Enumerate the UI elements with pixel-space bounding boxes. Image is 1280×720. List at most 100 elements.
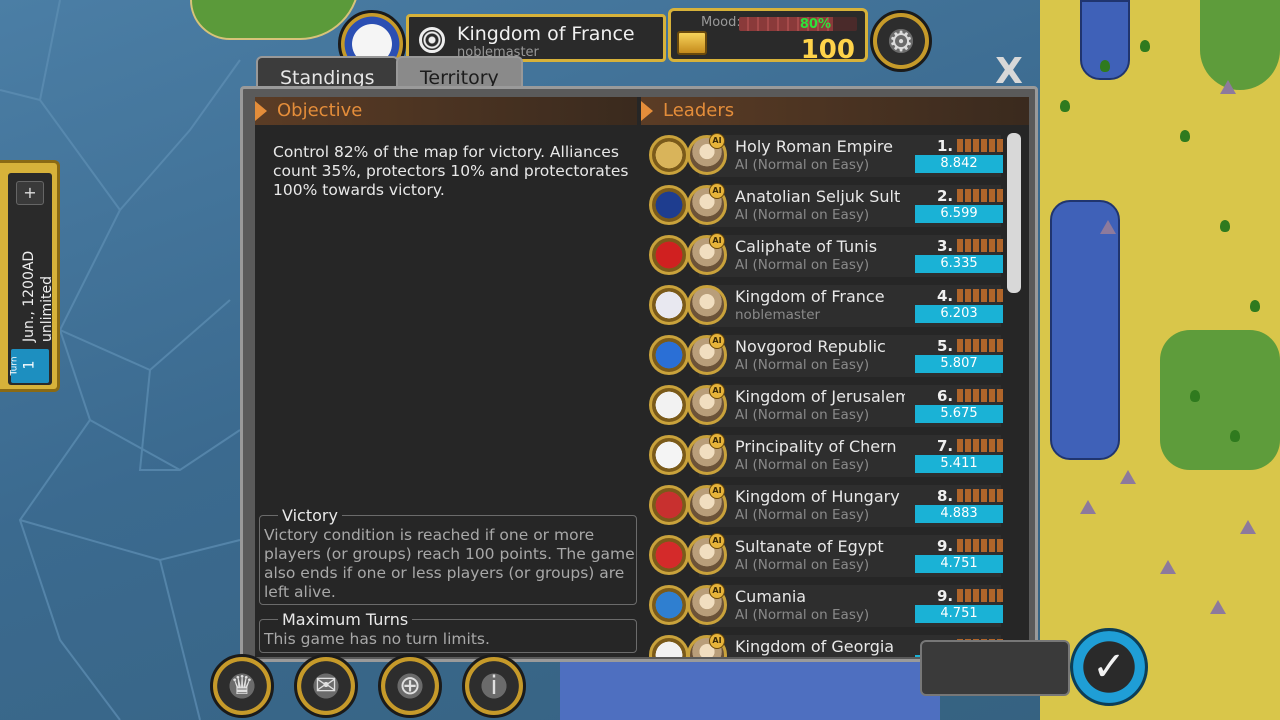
leader-name: Principality of Chern <box>735 437 897 456</box>
settings-button[interactable]: ⚙ <box>870 10 932 72</box>
victory-title: Victory <box>278 506 342 525</box>
leader-row[interactable]: AI Kingdom of Jerusalem AI (Normal on Easy… <box>645 383 1003 429</box>
leader-type: noblemaster <box>735 307 821 323</box>
leader-row[interactable]: AI Novgorod Republic AI (Normal on Easy) 5.… <box>645 333 1003 379</box>
leader-rank: 7. <box>937 437 954 455</box>
diplomacy-button[interactable]: ✉ <box>294 654 358 718</box>
leader-type: AI (Normal on Easy) <box>735 357 870 373</box>
ai-badge-icon: AI <box>709 483 725 499</box>
rank-bars <box>957 189 1003 202</box>
rank-bars <box>957 239 1003 252</box>
info-button[interactable]: i <box>462 654 526 718</box>
rank-bars <box>957 489 1003 502</box>
rank-bars <box>957 339 1003 352</box>
ai-badge-icon: AI <box>709 133 725 149</box>
nation-flag-icon <box>649 385 689 425</box>
gold-icon <box>677 31 707 55</box>
nation-flag-icon <box>649 585 689 625</box>
leader-row[interactable]: AI Principality of Chern AI (Normal on Eas… <box>645 433 1003 479</box>
ai-badge-icon: AI <box>709 183 725 199</box>
ai-badge-icon: AI <box>709 583 725 599</box>
leader-row[interactable]: AI Cumania AI (Normal on Easy) 9. 4.751 <box>645 583 1003 629</box>
crown-button[interactable]: ♛ <box>210 654 274 718</box>
leader-portrait-icon <box>687 285 727 325</box>
objective-text: Control 82% of the map for victory. Alli… <box>273 143 629 199</box>
nation-name: Kingdom of France <box>457 23 635 45</box>
mood-label: Mood: <box>701 15 741 30</box>
leader-score: 4.883 <box>915 505 1003 523</box>
ai-badge-icon: AI <box>709 383 725 399</box>
leader-row[interactable]: AI Anatolian Seljuk Sult AI (Normal on Eas… <box>645 183 1003 229</box>
nation-flag-icon <box>649 285 689 325</box>
max-turns-box: Maximum Turns This game has no turn limi… <box>259 610 637 653</box>
leader-type: AI (Normal on Easy) <box>735 557 870 573</box>
nation-flag-icon <box>649 535 689 575</box>
leader-score: 5.807 <box>915 355 1003 373</box>
leader-row[interactable]: AI Kingdom of Hungary AI (Normal on Easy) 8… <box>645 483 1003 529</box>
max-turns-text: This game has no turn limits. <box>264 630 490 648</box>
leader-rank: 8. <box>937 487 954 505</box>
nation-flag-icon <box>649 185 689 225</box>
leader-rank: 6. <box>937 387 954 405</box>
land-east <box>1040 0 1280 720</box>
leader-row[interactable]: Kingdom of France noblemaster 4. 6.203 <box>645 283 1003 329</box>
leader-type: AI (Normal on Easy) <box>735 507 870 523</box>
gold-value: 100 <box>800 35 855 65</box>
victory-box: Victory Victory condition is reached if … <box>259 506 637 605</box>
rank-bars <box>957 539 1003 552</box>
treasury-panel[interactable]: Mood: 80% 100 <box>668 8 868 65</box>
turn-label: Turn <box>9 356 20 376</box>
rank-bars <box>957 439 1003 452</box>
nation-flag-icon <box>649 135 689 175</box>
leader-name: Kingdom of Jerusalem <box>735 387 905 406</box>
turn-panel: + Jun., 1200AD unlimited Turn 1 <box>0 160 60 392</box>
nation-flag-icon <box>649 485 689 525</box>
leader-type: AI (Normal on Easy) <box>735 407 870 423</box>
ai-badge-icon: AI <box>709 533 725 549</box>
leader-score: 5.675 <box>915 405 1003 423</box>
leader-score: 6.599 <box>915 205 1003 223</box>
leader-type: AI (Normal on Easy) <box>735 257 870 273</box>
leader-score: 4.751 <box>915 555 1003 573</box>
bottom-right-panel[interactable] <box>920 640 1070 696</box>
leader-name: Caliphate of Tunis <box>735 237 878 256</box>
ai-badge-icon: AI <box>709 433 725 449</box>
dialog-content: Objective Control 82% of the map for vic… <box>255 97 1029 657</box>
leader-rank: 3. <box>937 237 954 255</box>
victory-text: Victory condition is reached if one or m… <box>264 526 635 601</box>
confirm-button[interactable]: ✓ <box>1070 628 1148 706</box>
turn-number: 1 <box>21 360 38 370</box>
leaders-pane[interactable]: Leaders AI Holy Roman Empire AI (Normal on… <box>641 97 1029 657</box>
leader-type: AI (Normal on Easy) <box>735 207 870 223</box>
nation-flag-icon <box>649 335 689 375</box>
leader-score: 6.335 <box>915 255 1003 273</box>
globe-button[interactable]: ⊕ <box>378 654 442 718</box>
rank-bars <box>957 139 1003 152</box>
leader-rank: 5. <box>937 337 954 355</box>
leader-name: Kingdom of Georgia <box>735 637 895 656</box>
leader-type: AI (Normal on Easy) <box>735 457 870 473</box>
expand-button[interactable]: + <box>16 181 44 205</box>
leader-type: AI (Normal on Easy) <box>735 607 870 623</box>
ai-badge-icon: AI <box>709 633 725 649</box>
turn-limit-label: unlimited <box>39 275 55 342</box>
nation-flag-icon <box>649 235 689 275</box>
leader-row[interactable]: AI Sultanate of Egypt AI (Normal on Easy) 9… <box>645 533 1003 579</box>
close-button[interactable]: X <box>984 54 1034 90</box>
leader-row[interactable]: AI Caliphate of Tunis AI (Normal on Easy) 3… <box>645 233 1003 279</box>
leader-type: AI (Normal on Easy) <box>735 157 870 173</box>
mood-value: 80% <box>799 17 831 32</box>
leader-name: Kingdom of Hungary <box>735 487 900 506</box>
leaders-header: Leaders <box>641 97 1029 125</box>
leader-name: Novgorod Republic <box>735 337 886 356</box>
leader-rank: 9. <box>937 587 954 605</box>
rank-bars <box>957 589 1003 602</box>
max-turns-title: Maximum Turns <box>278 610 413 629</box>
nation-panel[interactable]: Kingdom of France noblemaster <box>406 14 666 62</box>
target-icon <box>419 27 445 53</box>
leader-name: Anatolian Seljuk Sult <box>735 187 901 206</box>
nation-flag-icon <box>649 435 689 475</box>
leaders-scrollbar[interactable] <box>1007 133 1021 293</box>
leader-row[interactable]: AI Holy Roman Empire AI (Normal on Easy) 1.… <box>645 133 1003 179</box>
turn-counter: Turn 1 <box>9 349 49 383</box>
